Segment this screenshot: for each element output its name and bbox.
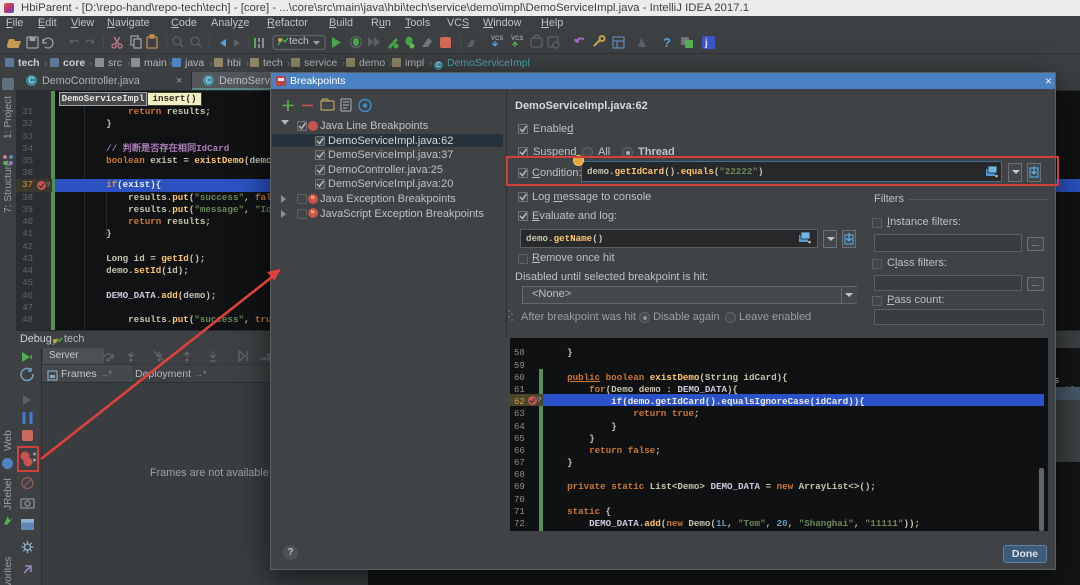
- svg-text:j: j: [704, 38, 708, 49]
- svg-text:VCS: VCS: [491, 36, 503, 42]
- svg-text:VCS: VCS: [511, 36, 523, 42]
- svg-text:?: ?: [663, 35, 671, 50]
